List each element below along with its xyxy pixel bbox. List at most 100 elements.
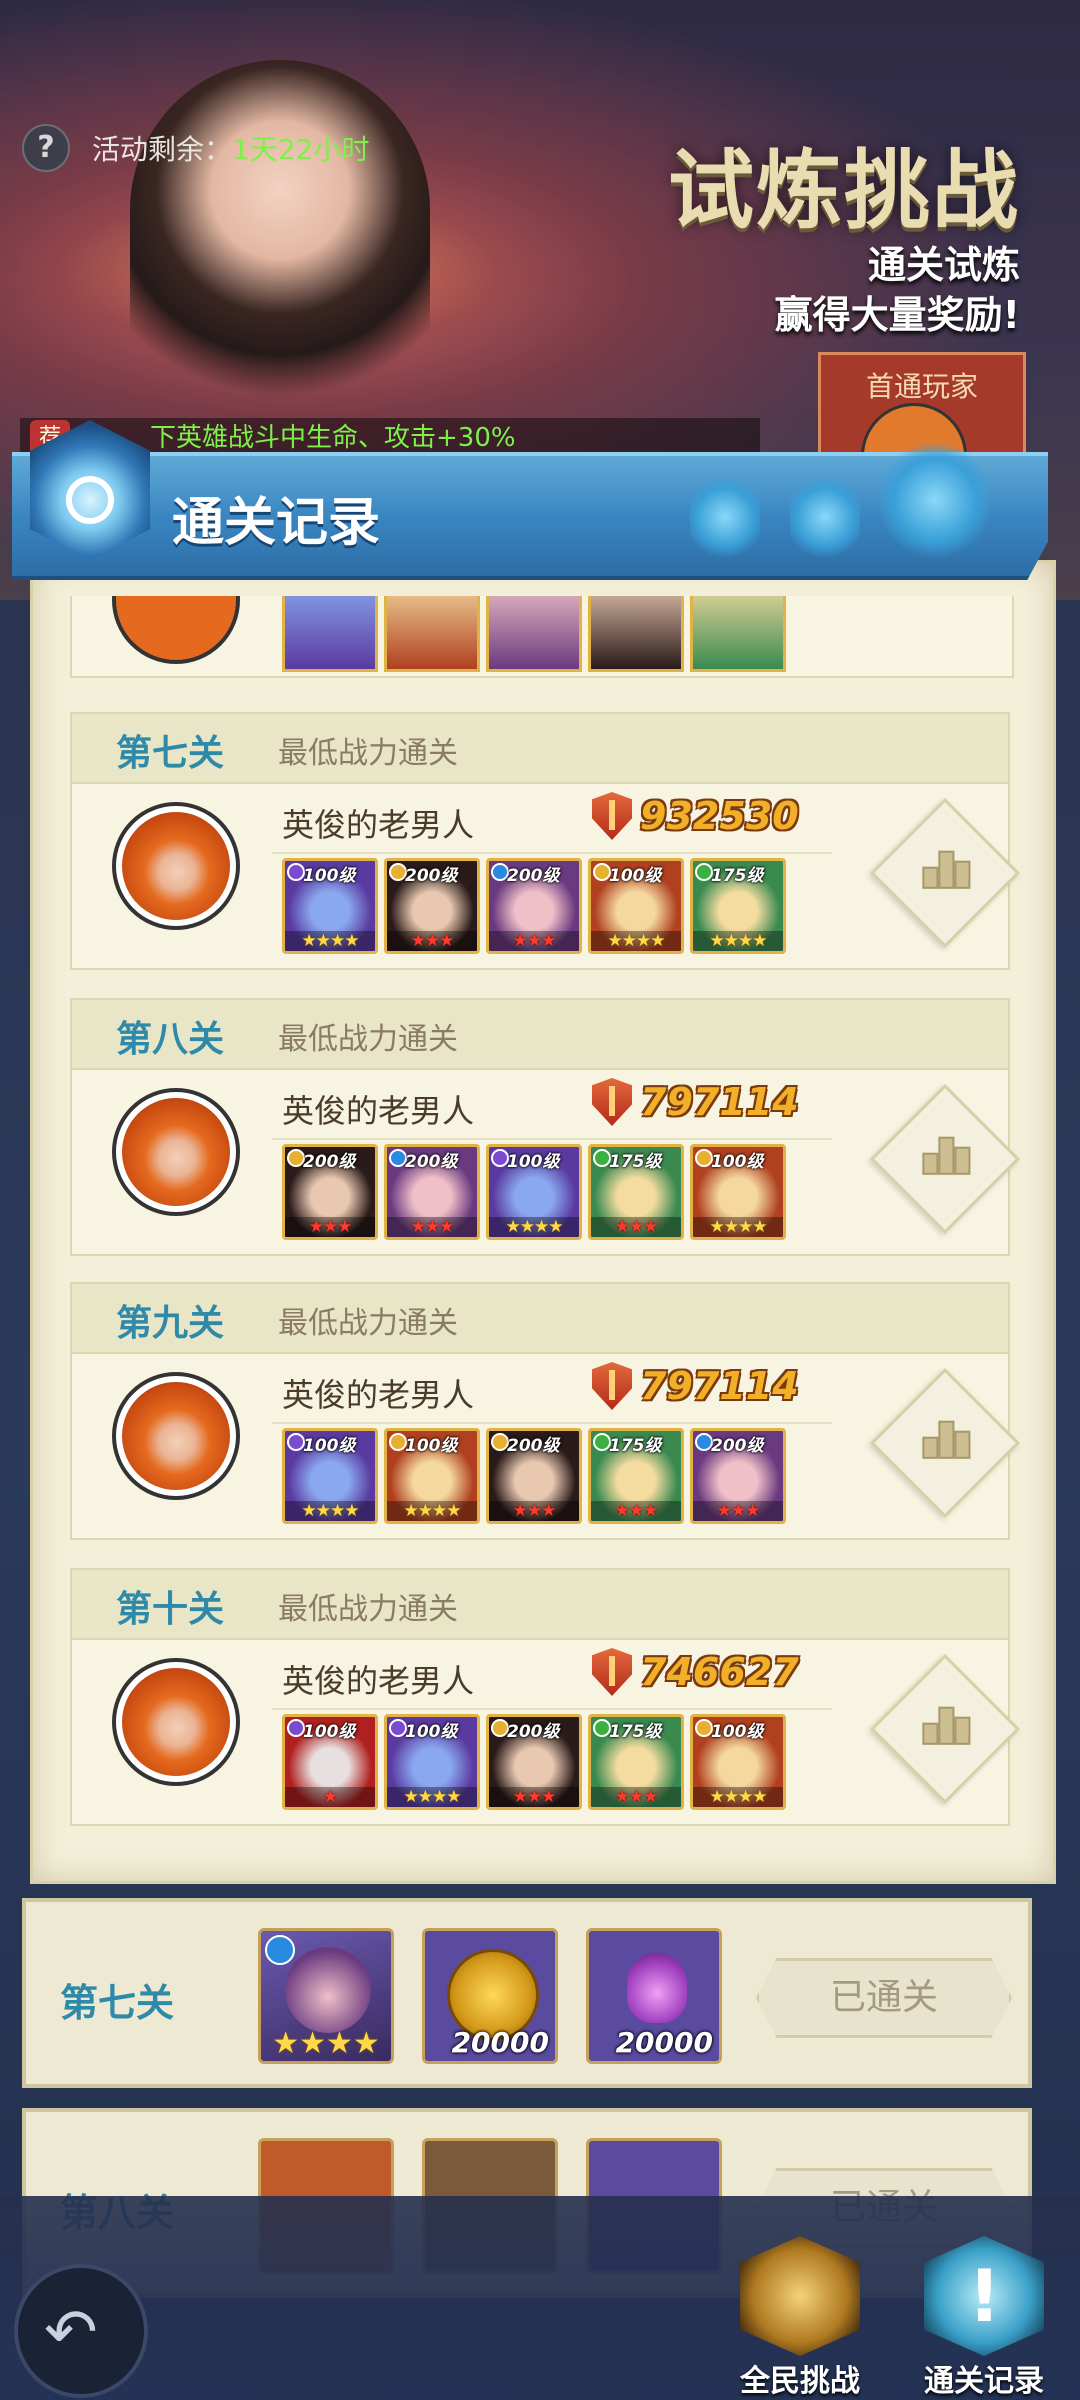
power-shield-icon — [592, 1362, 632, 1410]
ranking-bars-icon — [922, 849, 971, 889]
ranking-button[interactable] — [870, 798, 1020, 948]
help-icon[interactable]: ? — [22, 124, 70, 172]
hero-card[interactable]: 175级 ★★★ — [588, 1428, 684, 1524]
hero-card[interactable]: 200级 ★★★ — [282, 1144, 378, 1240]
record-type: 最低战力通关 — [278, 736, 458, 771]
stage-name: 第七关 — [60, 1980, 175, 2025]
hero-level: 200级 — [507, 866, 560, 886]
record-header: 第十关 最低战力通关 — [70, 1568, 1010, 1638]
hero-card[interactable]: 100级 ★★★★ — [690, 1144, 786, 1240]
event-subtitle-2: 赢得大量奖励! — [774, 293, 1020, 337]
reward-gold[interactable]: 20000 — [422, 1928, 558, 2064]
hero-level: 200级 — [507, 1722, 560, 1742]
clear-record-entry: 第八关 最低战力通关 英俊的老男人 797114 200级 ★★★ 200级 ★… — [70, 998, 1020, 1256]
reward-hero-card[interactable]: ★★★★ — [258, 1928, 394, 2064]
ranking-button[interactable] — [870, 1654, 1020, 1804]
hero-card[interactable]: 100级 ★ — [282, 1714, 378, 1810]
record-body: 英俊的老男人 797114 100级 ★★★★ 100级 ★★★★ 200级 ★… — [70, 1352, 1020, 1540]
back-arrow-icon: ↶ — [44, 2296, 98, 2370]
stage-name: 第七关 — [116, 732, 225, 774]
hero-stars: ★★★★ — [693, 931, 783, 951]
player-name: 英俊的老男人 — [282, 806, 475, 844]
event-title: 试炼挑战 — [668, 140, 1020, 241]
hero-level: 175级 — [711, 866, 764, 886]
buff-text: 下英雄战斗中生命、攻击+30% — [150, 423, 516, 453]
back-button[interactable]: ↶ — [14, 2264, 148, 2398]
hero-card[interactable]: 175级 ★★★ — [588, 1144, 684, 1240]
hero-card[interactable]: 100级 ★★★★ — [282, 1428, 378, 1524]
hero-card[interactable]: 100级 ★★★★ — [384, 1714, 480, 1810]
hero-card[interactable]: 200级 ★★★ — [384, 858, 480, 954]
player-avatar[interactable] — [112, 802, 240, 930]
power-value: 797114 — [640, 1364, 799, 1408]
hero-card[interactable] — [486, 596, 582, 672]
hero-stars: ★★★ — [387, 1217, 477, 1237]
potion-icon — [627, 1953, 687, 2023]
hero-card[interactable]: 175级 ★★★ — [588, 1714, 684, 1810]
ranking-bars-icon — [922, 1705, 971, 1745]
hero-level: 100级 — [711, 1152, 764, 1172]
hero-card[interactable]: 100级 ★★★★ — [282, 858, 378, 954]
ranking-button[interactable] — [870, 1368, 1020, 1518]
hero-level: 100级 — [609, 866, 662, 886]
hero-stars: ★★★ — [489, 931, 579, 951]
hero-level: 100级 — [303, 1722, 356, 1742]
player-avatar[interactable] — [112, 1088, 240, 1216]
cleared-button[interactable]: 已通关 — [756, 1958, 1012, 2038]
hero-card[interactable]: 100级 ★★★★ — [588, 858, 684, 954]
stage-name: 第八关 — [116, 1018, 225, 1060]
reward-potion[interactable]: 20000 — [586, 1928, 722, 2064]
hero-stars: ★★★★ — [387, 1787, 477, 1807]
hero-card[interactable]: 200级 ★★★ — [384, 1144, 480, 1240]
hero-level: 100级 — [405, 1722, 458, 1742]
divider — [272, 1138, 832, 1140]
hero-card[interactable]: 200级 ★★★ — [690, 1428, 786, 1524]
hero-level: 200级 — [507, 1436, 560, 1456]
player-avatar — [112, 596, 240, 664]
hero-level: 100级 — [507, 1152, 560, 1172]
hero-card[interactable]: 100级 ★★★★ — [384, 1428, 480, 1524]
power-shield-icon — [592, 1648, 632, 1696]
clear-record-button[interactable]: ! 通关记录 — [914, 2236, 1054, 2399]
hero-stars: ★★★ — [285, 1217, 375, 1237]
ranking-bars-icon — [922, 1419, 971, 1459]
hero-card[interactable] — [282, 596, 378, 672]
deco-figure-icon — [690, 472, 760, 562]
hero-card[interactable] — [384, 596, 480, 672]
deco-figure-icon — [790, 472, 860, 562]
hero-card[interactable]: 200级 ★★★ — [486, 858, 582, 954]
hero-card[interactable]: 200级 ★★★ — [486, 1714, 582, 1810]
record-type: 最低战力通关 — [278, 1306, 458, 1341]
hero-level: 175级 — [609, 1436, 662, 1456]
hero-card[interactable] — [588, 596, 684, 672]
hero-level: 200级 — [303, 1152, 356, 1172]
remaining-label: 活动剩余： — [92, 133, 233, 166]
hero-stars: ★ — [285, 1787, 375, 1807]
hero-stars: ★★★★ — [489, 1217, 579, 1237]
player-avatar[interactable] — [112, 1658, 240, 1786]
hero-stars: ★★★ — [489, 1501, 579, 1521]
hero-card[interactable]: 175级 ★★★★ — [690, 858, 786, 954]
hero-card[interactable]: 200级 ★★★ — [486, 1428, 582, 1524]
hero-level: 100级 — [405, 1436, 458, 1456]
hero-card[interactable]: 100级 ★★★★ — [486, 1144, 582, 1240]
ranking-button[interactable] — [870, 1084, 1020, 1234]
hero-level: 100级 — [303, 1436, 356, 1456]
hero-stars: ★★★ — [591, 1501, 681, 1521]
hero-stars: ★★★ — [693, 1501, 783, 1521]
hero-card[interactable]: 100级 ★★★★ — [690, 1714, 786, 1810]
hero-stars: ★★★ — [591, 1217, 681, 1237]
hero-stars: ★★★★ — [693, 1217, 783, 1237]
hero-level: 200级 — [405, 1152, 458, 1172]
hero-stars: ★★★ — [387, 931, 477, 951]
divider — [272, 852, 832, 854]
hero-stars: ★★★ — [591, 1787, 681, 1807]
deco-figure-icon — [880, 440, 990, 560]
player-avatar[interactable] — [112, 1372, 240, 1500]
all-challenge-button[interactable]: 全民挑战 — [730, 2236, 870, 2399]
hero-level: 200级 — [711, 1436, 764, 1456]
hero-card[interactable] — [690, 596, 786, 672]
hero-level: 175级 — [609, 1152, 662, 1172]
player-name: 英俊的老男人 — [282, 1376, 475, 1414]
record-type: 最低战力通关 — [278, 1022, 458, 1057]
